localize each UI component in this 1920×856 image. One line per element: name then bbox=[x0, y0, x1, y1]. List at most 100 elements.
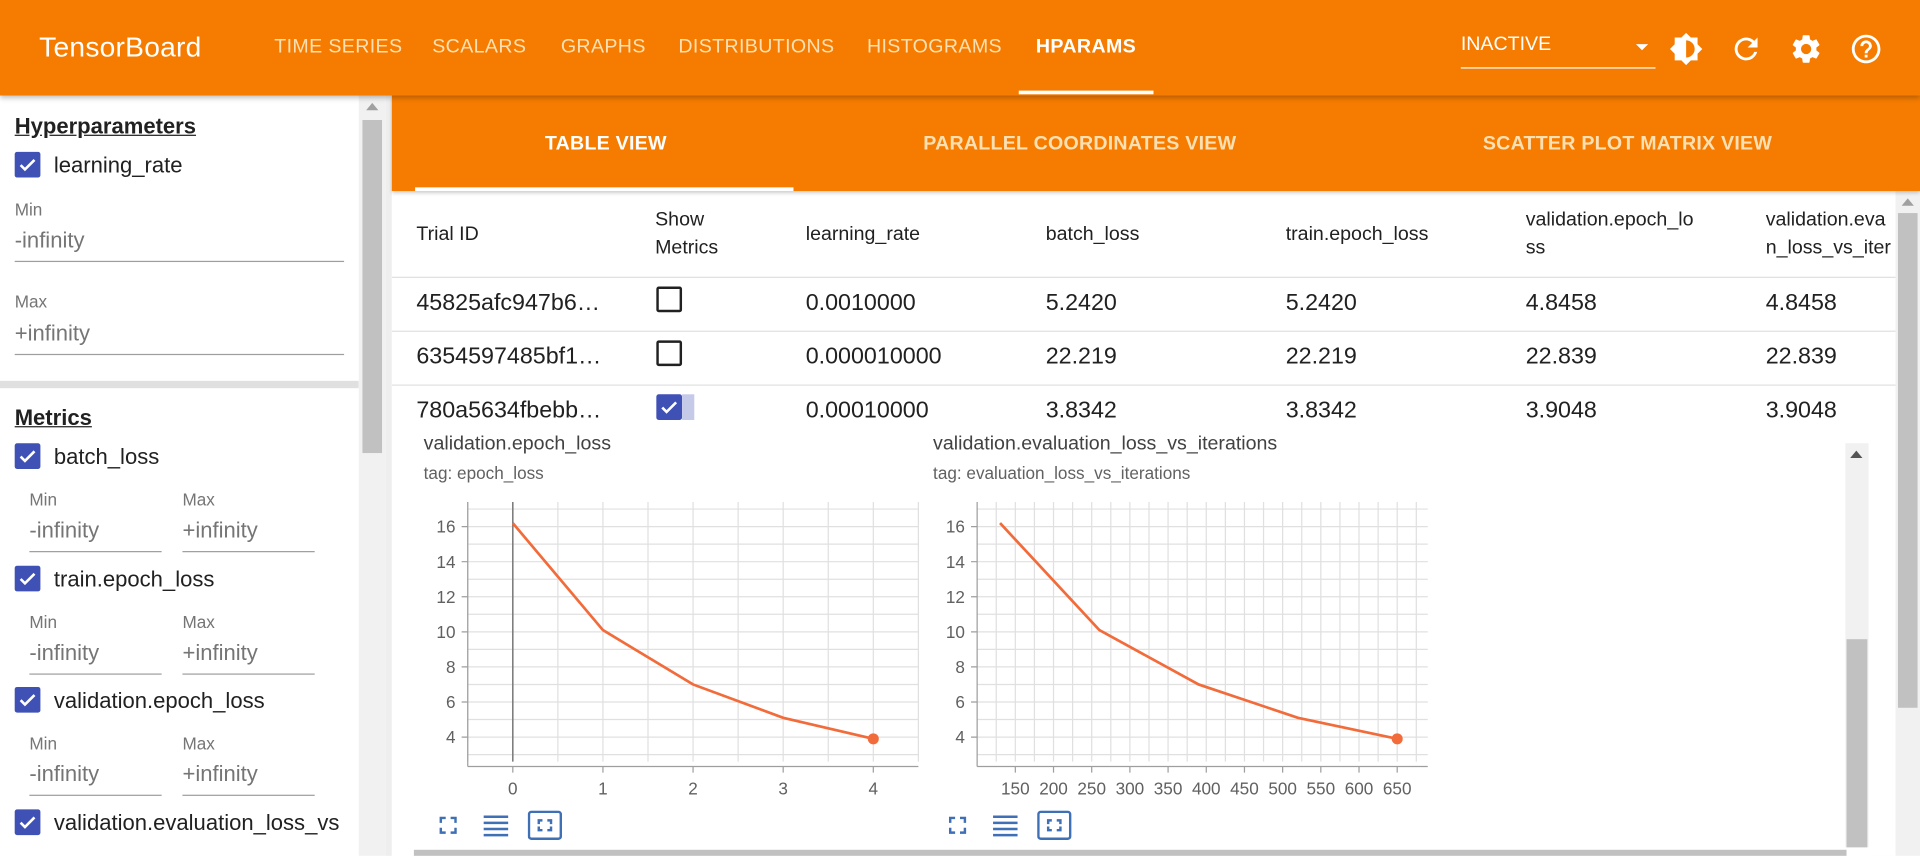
learning-rate-max-input[interactable]: +infinity bbox=[14, 321, 345, 356]
col-header-train-epoch-loss[interactable]: train.epoch_loss bbox=[1286, 220, 1429, 248]
hparams-filter-sidebar: Hyperparameters learning_rate Min -infin… bbox=[0, 95, 359, 856]
validation-epoch-loss-chart[interactable]: 468101214160 1 2 3 4 bbox=[416, 492, 930, 803]
max-label: Max bbox=[182, 733, 215, 754]
col-header-trial-id[interactable]: Trial ID bbox=[416, 220, 478, 248]
batch-loss-max-input[interactable]: +infinity bbox=[182, 518, 315, 553]
row-divider bbox=[391, 276, 1896, 278]
run-status-select[interactable]: INACTIVE bbox=[1460, 34, 1656, 69]
main-scrollbar[interactable] bbox=[1895, 191, 1920, 856]
chart-tag: tag: epoch_loss bbox=[423, 462, 544, 483]
metric-checkbox-train-epoch-loss[interactable] bbox=[14, 565, 41, 592]
y-tick-label: 12 bbox=[946, 587, 965, 607]
metric-checkbox-validation-epoch-loss[interactable] bbox=[14, 686, 41, 713]
trials-table: Trial ID Show Metrics learning_rate batc… bbox=[391, 191, 1896, 444]
checkbox-focus-ripple bbox=[682, 394, 695, 421]
series-point bbox=[867, 733, 879, 745]
col-header-batch-loss[interactable]: batch_loss bbox=[1046, 220, 1140, 248]
col-header-validation-evaluation-loss[interactable]: validation.eva n_loss_vs_iter bbox=[1766, 206, 1891, 262]
trial-id-cell: 6354597485bf1… bbox=[416, 344, 602, 370]
batch-loss-min-input[interactable]: -infinity bbox=[29, 518, 162, 553]
tab-distributions[interactable]: DISTRIBUTIONS bbox=[678, 37, 834, 59]
sidebar-divider bbox=[0, 380, 359, 389]
help-icon[interactable] bbox=[1849, 32, 1883, 66]
show-metrics-checkbox[interactable] bbox=[656, 340, 683, 367]
y-tick-label: 6 bbox=[955, 692, 965, 712]
min-label: Min bbox=[29, 733, 58, 754]
learning-rate-cell: 0.00010000 bbox=[805, 397, 929, 424]
hparam-label: learning_rate bbox=[53, 153, 183, 178]
scroll-up-icon[interactable] bbox=[1901, 198, 1914, 206]
metric-label: batch_loss bbox=[53, 444, 160, 469]
tab-graphs[interactable]: GRAPHS bbox=[561, 37, 646, 59]
train-epoch-loss-max-input[interactable]: +infinity bbox=[182, 640, 315, 675]
fit-domain-icon[interactable] bbox=[1037, 810, 1072, 841]
hparams-view-tabs: TABLE VIEW PARALLEL COORDINATES VIEW SCA… bbox=[391, 95, 1920, 192]
tab-histograms[interactable]: HISTOGRAMS bbox=[867, 37, 1002, 59]
validation-epoch-loss-cell: 3.9048 bbox=[1525, 397, 1597, 424]
min-label: Min bbox=[29, 489, 58, 510]
x-tick-label: 650 bbox=[1383, 779, 1412, 799]
active-tab-indicator bbox=[1018, 90, 1154, 95]
metric-label: train.epoch_loss bbox=[53, 566, 215, 592]
x-tick-label: 0 bbox=[508, 779, 518, 799]
tab-table-view[interactable]: TABLE VIEW bbox=[545, 133, 667, 155]
validation-eval-loss-cell: 22.839 bbox=[1765, 344, 1837, 370]
toggle-log-scale-icon[interactable] bbox=[481, 811, 510, 840]
y-tick-label: 14 bbox=[436, 552, 456, 572]
charts-horizontal-scrollbar[interactable] bbox=[413, 849, 1847, 856]
fullscreen-icon[interactable] bbox=[943, 811, 972, 840]
check-icon bbox=[661, 401, 678, 414]
learning-rate-min-input[interactable]: -infinity bbox=[14, 228, 345, 263]
show-metrics-checkbox[interactable] bbox=[656, 286, 683, 313]
y-tick-label: 16 bbox=[946, 517, 965, 537]
metric-checkbox-batch-loss[interactable] bbox=[14, 443, 41, 469]
col-header-learning-rate[interactable]: learning_rate bbox=[806, 220, 920, 248]
fit-domain-icon[interactable] bbox=[527, 810, 563, 841]
tab-scatter-plot-matrix-view[interactable]: SCATTER PLOT MATRIX VIEW bbox=[1483, 133, 1772, 155]
validation-evaluation-loss-chart[interactable]: 4 6 8 10 12 14 16 150 200 250 300 350 400 450 500 550 60… bbox=[926, 492, 1440, 803]
validation-epoch-loss-cell: 4.8458 bbox=[1525, 290, 1597, 316]
x-tick-label: 450 bbox=[1230, 779, 1259, 799]
train-epoch-loss-cell: 3.8342 bbox=[1285, 397, 1357, 424]
validation-eval-loss-cell: 3.9048 bbox=[1765, 397, 1837, 424]
learning-rate-cell: 0.0010000 bbox=[805, 290, 916, 316]
tab-hparams[interactable]: HPARAMS bbox=[1036, 37, 1136, 59]
train-epoch-loss-min-input[interactable]: -infinity bbox=[29, 640, 162, 675]
x-tick-label: 3 bbox=[778, 779, 788, 799]
x-tick-label: 600 bbox=[1345, 779, 1374, 799]
validation-epoch-loss-min-input[interactable]: -infinity bbox=[29, 762, 162, 796]
x-tick-label: 550 bbox=[1307, 779, 1336, 799]
scroll-up-icon[interactable] bbox=[366, 102, 379, 111]
charts-scrollbar[interactable] bbox=[1845, 443, 1869, 848]
scroll-up-icon[interactable] bbox=[1850, 450, 1863, 458]
tab-time-series[interactable]: TIME SERIES bbox=[274, 37, 402, 59]
col-header-validation-epoch-loss[interactable]: validation.epoch_lo ss bbox=[1526, 206, 1694, 262]
tab-scalars[interactable]: SCALARS bbox=[432, 37, 526, 59]
top-app-bar: TensorBoard TIME SERIES SCALARS GRAPHS D… bbox=[0, 0, 1920, 96]
toggle-log-scale-icon[interactable] bbox=[991, 811, 1020, 840]
validation-epoch-loss-max-input[interactable]: +infinity bbox=[182, 762, 315, 796]
x-tick-label: 350 bbox=[1154, 779, 1183, 799]
metric-checkbox-validation-evaluation-loss[interactable] bbox=[14, 809, 41, 836]
metrics-charts-panel: validation.epoch_loss tag: epoch_loss 4 6… bbox=[391, 433, 1872, 856]
y-tick-label: 12 bbox=[436, 587, 455, 607]
sidebar-scrollbar[interactable] bbox=[358, 95, 386, 856]
x-tick-label: 150 bbox=[1001, 779, 1030, 799]
tab-parallel-coordinates-view[interactable]: PARALLEL COORDINATES VIEW bbox=[923, 133, 1236, 155]
main-scroll-thumb[interactable] bbox=[1897, 213, 1918, 708]
charts-scroll-thumb[interactable] bbox=[1846, 639, 1868, 848]
trial-id-cell: 780a5634fbebb… bbox=[416, 397, 602, 424]
refresh-icon[interactable] bbox=[1729, 32, 1763, 66]
run-status-value: INACTIVE bbox=[1460, 34, 1552, 56]
chart-title: validation.evaluation_loss_vs_iterations bbox=[933, 433, 1278, 455]
theme-toggle-icon[interactable] bbox=[1669, 32, 1703, 66]
max-label: Max bbox=[182, 612, 215, 632]
show-metrics-checkbox[interactable] bbox=[656, 394, 683, 421]
check-icon bbox=[19, 816, 36, 829]
chevron-down-icon bbox=[1635, 44, 1649, 51]
sidebar-scroll-thumb[interactable] bbox=[362, 120, 383, 454]
hparam-checkbox-learning-rate[interactable] bbox=[14, 151, 41, 178]
fullscreen-icon[interactable] bbox=[433, 811, 462, 840]
gear-icon[interactable] bbox=[1789, 32, 1823, 66]
y-tick-label: 8 bbox=[446, 657, 456, 677]
